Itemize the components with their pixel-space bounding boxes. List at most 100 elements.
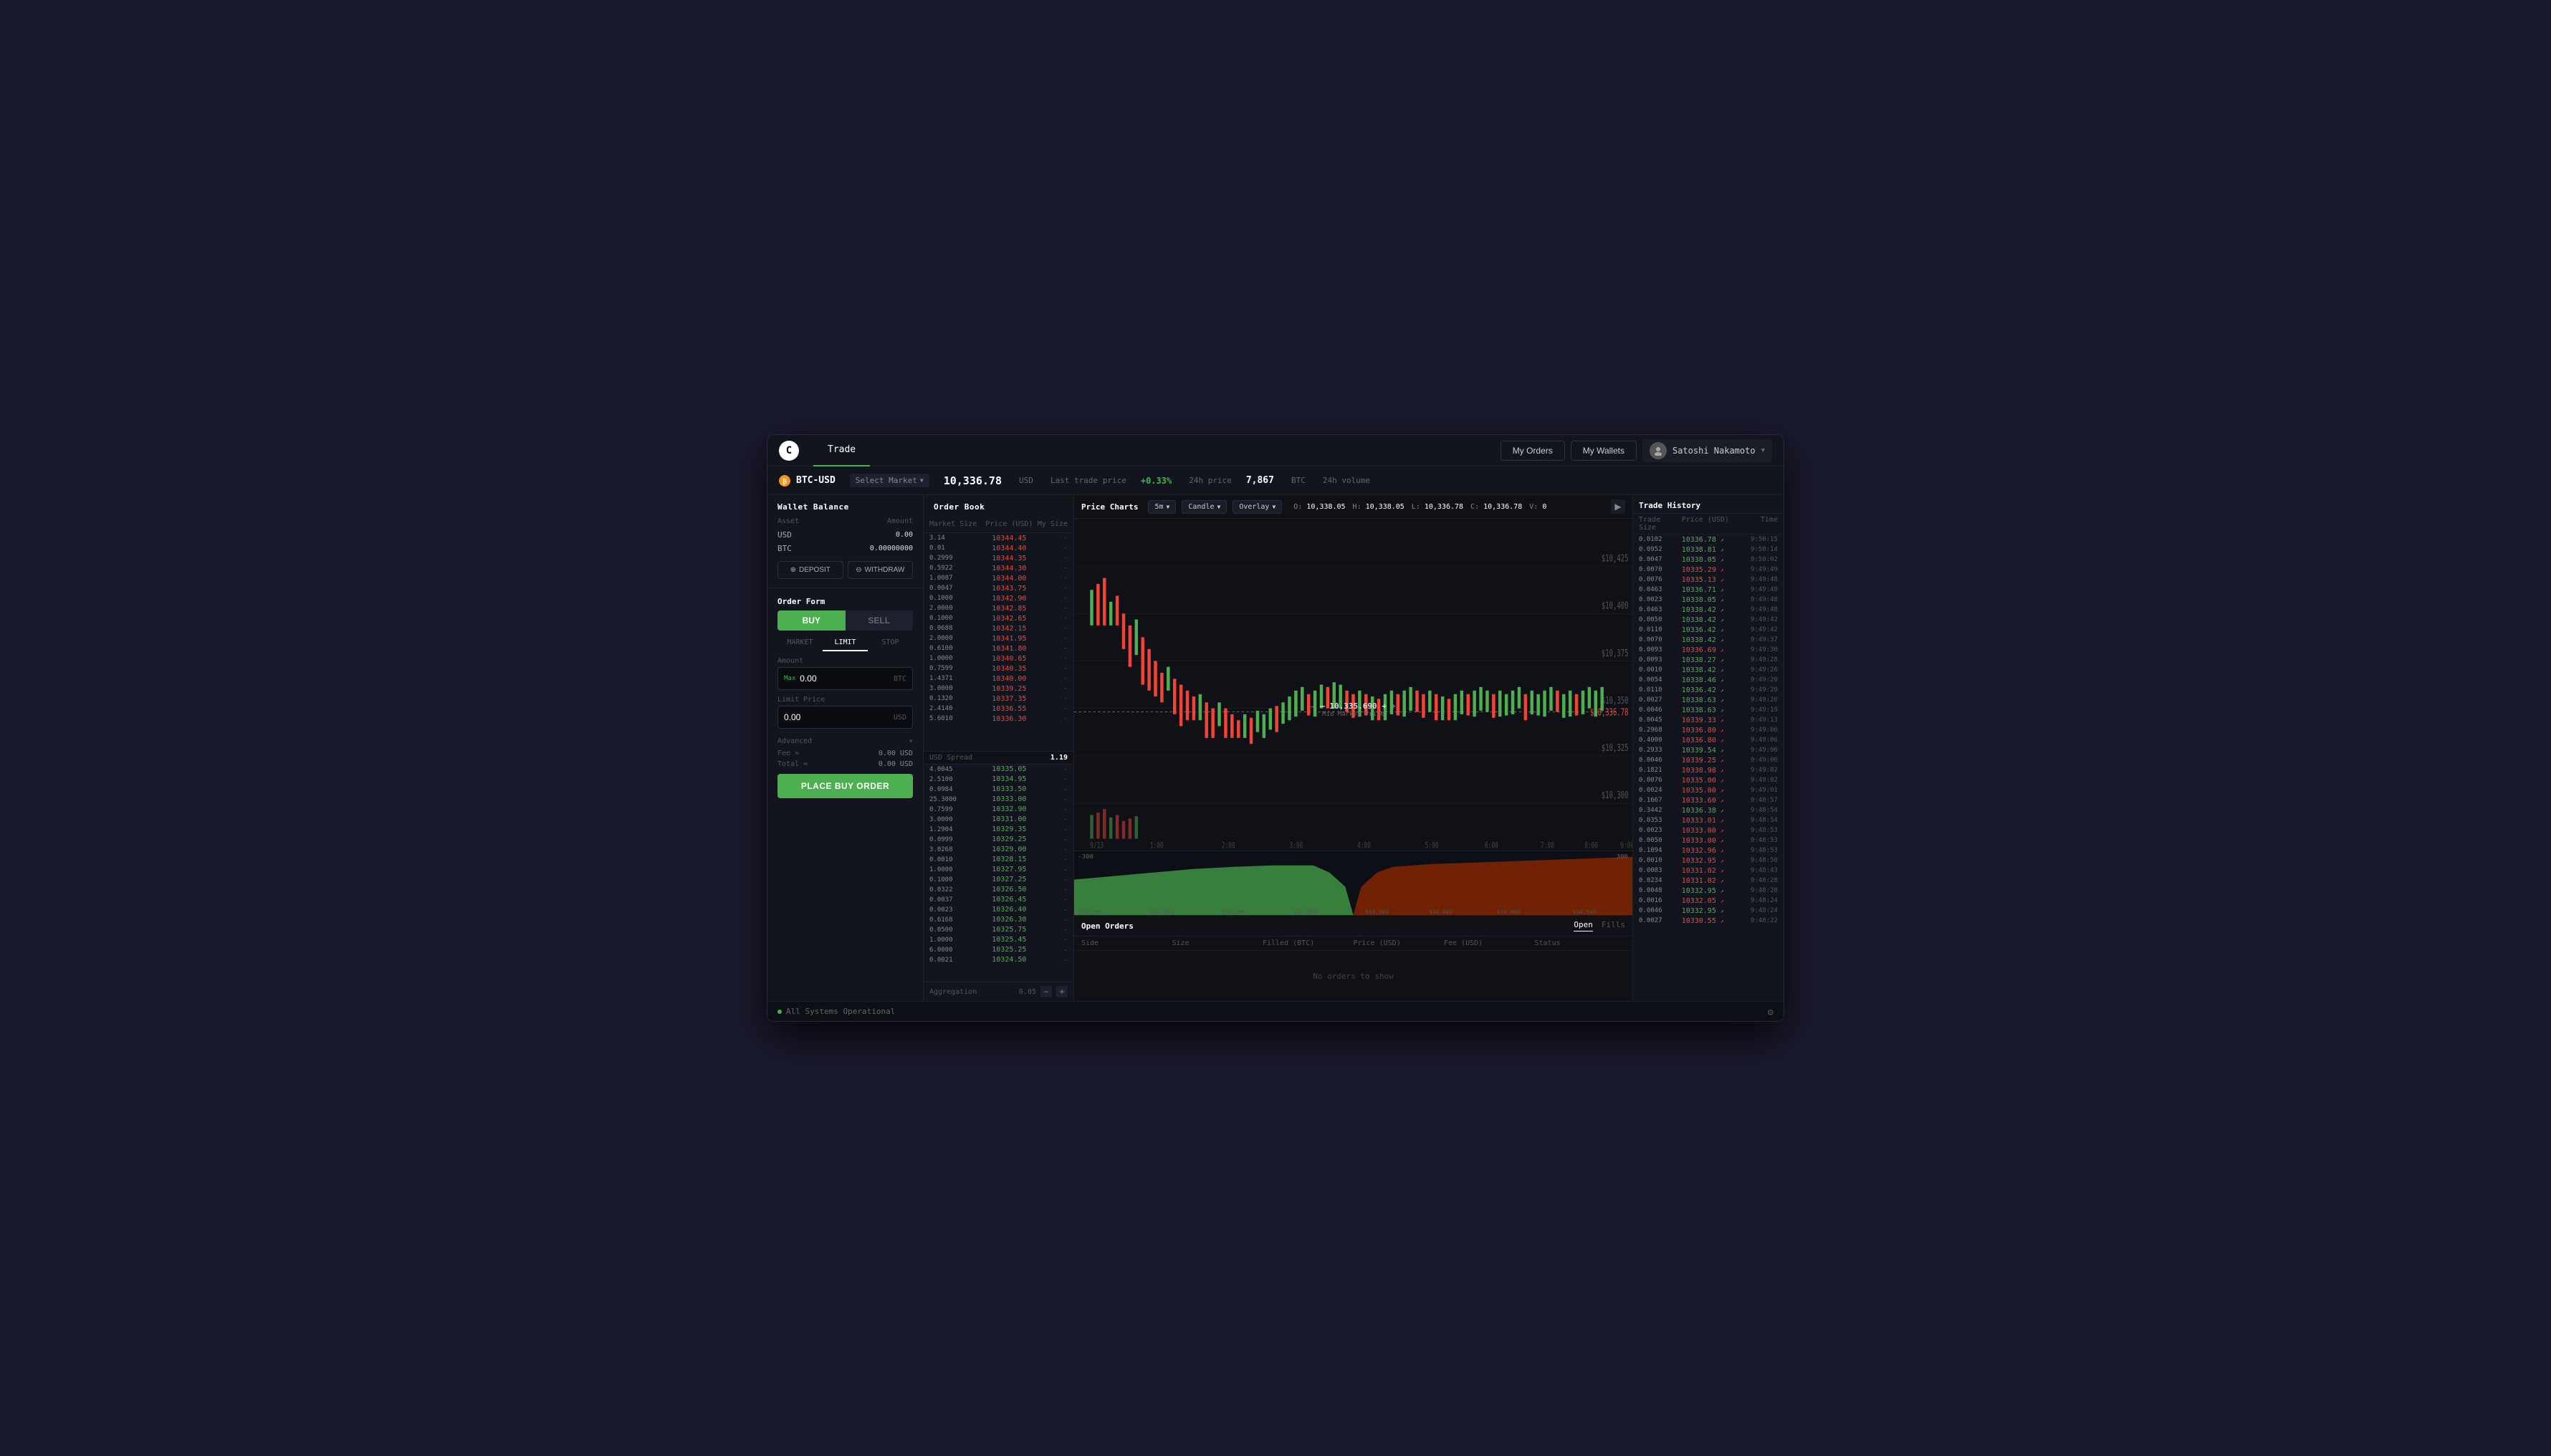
agg-increase-button[interactable]: +	[1056, 986, 1068, 997]
advanced-toggle[interactable]: Advanced ▾	[777, 734, 913, 748]
trade-row: 0.3442 10336.38 ↗ 9:48:54	[1633, 805, 1784, 815]
ask-row[interactable]: 1.0087 10344.00 -	[924, 573, 1073, 583]
chart-header: Price Charts 5m ▼ Candle ▼ Overlay ▼ O: …	[1074, 495, 1632, 519]
trade-price: 10333.00 ↗	[1682, 827, 1736, 835]
bid-row[interactable]: 0.0984 10333.50 -	[924, 785, 1073, 795]
last-price-label: USD	[1019, 476, 1033, 485]
tab-fills[interactable]: Fills	[1602, 920, 1625, 931]
bid-row[interactable]: 0.7599 10332.90 -	[924, 805, 1073, 815]
agg-decrease-button[interactable]: −	[1040, 986, 1052, 997]
bid-row[interactable]: 0.0037 10326.45 -	[924, 895, 1073, 905]
fee-label: Fee ≈	[777, 749, 799, 757]
ask-size: 2.4140	[929, 705, 982, 712]
ask-price: 10342.65	[982, 615, 1035, 623]
tab-stop[interactable]: STOP	[868, 635, 913, 651]
trade-price: 10338.63 ↗	[1682, 696, 1736, 704]
bid-row[interactable]: 3.0000 10331.00 -	[924, 815, 1073, 825]
bid-row[interactable]: 3.0268 10329.00 -	[924, 845, 1073, 855]
amount-currency: BTC	[894, 675, 906, 683]
limit-price-input[interactable]	[784, 712, 894, 722]
sell-button[interactable]: SELL	[846, 610, 914, 631]
bid-row[interactable]: 0.0999 10329.25 -	[924, 835, 1073, 845]
trade-price: 10338.81 ↗	[1682, 546, 1736, 554]
ask-size: 3.0000	[929, 685, 982, 692]
limit-price-input-wrap: USD	[777, 706, 913, 729]
nav-tab-trade[interactable]: Trade	[813, 435, 870, 466]
wallet-amount-usd: 0.00	[829, 528, 923, 542]
ask-row[interactable]: 5.6010 10336.30 -	[924, 714, 1073, 724]
ask-row[interactable]: 0.7599 10340.35 -	[924, 664, 1073, 674]
ask-row[interactable]: 2.0000 10341.95 -	[924, 633, 1073, 643]
bid-row[interactable]: 0.0322 10326.50 -	[924, 885, 1073, 895]
ask-row[interactable]: 1.0000 10340.65 -	[924, 653, 1073, 664]
trade-size: 0.0016	[1639, 897, 1682, 904]
timeframe-select[interactable]: 5m ▼	[1148, 500, 1176, 514]
svg-text:$10,375: $10,375	[1602, 648, 1628, 658]
bid-price: 10329.00	[982, 846, 1035, 853]
ask-price: 10343.75	[982, 585, 1035, 593]
chart-forward-button[interactable]: ▶	[1611, 499, 1625, 514]
overlay-select[interactable]: Overlay ▼	[1233, 500, 1282, 514]
bid-my-size: -	[1035, 846, 1068, 853]
ask-row[interactable]: 0.5922 10344.30 -	[924, 563, 1073, 573]
bid-row[interactable]: 25.3000 10333.00 -	[924, 795, 1073, 805]
ask-price: 10342.90	[982, 595, 1035, 603]
ask-row[interactable]: 0.1000 10342.65 -	[924, 613, 1073, 623]
trade-price: 10336.80 ↗	[1682, 737, 1736, 744]
ask-row[interactable]: 0.0688 10342.15 -	[924, 623, 1073, 633]
trade-row: 0.0048 10332.95 ↗ 9:48:28	[1633, 886, 1784, 896]
ask-row[interactable]: 0.2999 10344.35 -	[924, 553, 1073, 563]
ask-my-size: -	[1035, 565, 1068, 572]
bid-row[interactable]: 0.0023 10326.40 -	[924, 905, 1073, 915]
withdraw-button[interactable]: ⊖ WITHDRAW	[848, 561, 914, 579]
buy-button[interactable]: BUY	[777, 610, 846, 631]
deposit-button[interactable]: ⊕ DEPOSIT	[777, 561, 843, 579]
my-wallets-button[interactable]: My Wallets	[1571, 441, 1637, 461]
bid-my-size: -	[1035, 776, 1068, 783]
place-buy-order-button[interactable]: PLACE BUY ORDER	[777, 774, 913, 798]
trade-size: 0.0024	[1639, 787, 1682, 794]
trade-size: 0.0463	[1639, 606, 1682, 613]
bid-row[interactable]: 6.0000 10325.25 -	[924, 945, 1073, 955]
trade-price: 10336.78 ↗	[1682, 536, 1736, 544]
ask-row[interactable]: 0.6100 10341.80 -	[924, 643, 1073, 653]
app-logo[interactable]: C	[779, 441, 799, 461]
max-link[interactable]: Max	[784, 675, 795, 682]
trade-size: 0.1821	[1639, 767, 1682, 774]
order-form-title: Order Form	[777, 591, 913, 610]
user-menu[interactable]: Satoshi Nakamoto ▼	[1642, 439, 1772, 462]
tab-open[interactable]: Open	[1574, 920, 1593, 931]
ask-row[interactable]: 0.0047 10343.75 -	[924, 583, 1073, 593]
bid-row[interactable]: 0.0021 10324.50 -	[924, 955, 1073, 965]
bid-row[interactable]: 0.0010 10328.15 -	[924, 855, 1073, 865]
bid-row[interactable]: 4.0045 10335.05 -	[924, 765, 1073, 775]
bid-row[interactable]: 1.0000 10327.95 -	[924, 865, 1073, 875]
ask-row[interactable]: 3.0000 10339.25 -	[924, 684, 1073, 694]
bid-row[interactable]: 1.0000 10325.45 -	[924, 935, 1073, 945]
ticker-bar: ₿ BTC-USD Select Market ▼ 10,336.78 USD …	[767, 466, 1784, 495]
ask-price: 10344.40	[982, 545, 1035, 552]
bid-row[interactable]: 0.1000 10327.25 -	[924, 875, 1073, 885]
trade-time: 9:48:28	[1735, 877, 1778, 884]
settings-icon[interactable]: ⚙	[1768, 1007, 1774, 1018]
ask-row[interactable]: 2.0000 10342.85 -	[924, 603, 1073, 613]
bid-row[interactable]: 0.6168 10326.30 -	[924, 915, 1073, 925]
ask-size: 0.6100	[929, 645, 982, 652]
ask-row[interactable]: 1.4371 10340.00 -	[924, 674, 1073, 684]
ask-row[interactable]: 3.14 10344.45 -	[924, 533, 1073, 543]
bid-row[interactable]: 0.0500 10325.75 -	[924, 925, 1073, 935]
ask-row[interactable]: 2.4140 10336.55 -	[924, 704, 1073, 714]
ask-row[interactable]: 0.1320 10337.35 -	[924, 694, 1073, 704]
tab-limit[interactable]: LIMIT	[823, 635, 868, 651]
bid-row[interactable]: 2.5100 10334.95 -	[924, 775, 1073, 785]
tab-market[interactable]: MARKET	[777, 635, 823, 651]
ask-row[interactable]: 0.1000 10342.90 -	[924, 593, 1073, 603]
select-market-button[interactable]: Select Market ▼	[850, 474, 929, 487]
bid-my-size: -	[1035, 876, 1068, 883]
chart-type-select[interactable]: Candle ▼	[1182, 500, 1227, 514]
bid-row[interactable]: 1.2904 10329.35 -	[924, 825, 1073, 835]
ask-my-size: -	[1035, 575, 1068, 582]
amount-input[interactable]	[800, 674, 894, 684]
my-orders-button[interactable]: My Orders	[1501, 441, 1565, 461]
ask-row[interactable]: 0.01 10344.40 -	[924, 543, 1073, 553]
